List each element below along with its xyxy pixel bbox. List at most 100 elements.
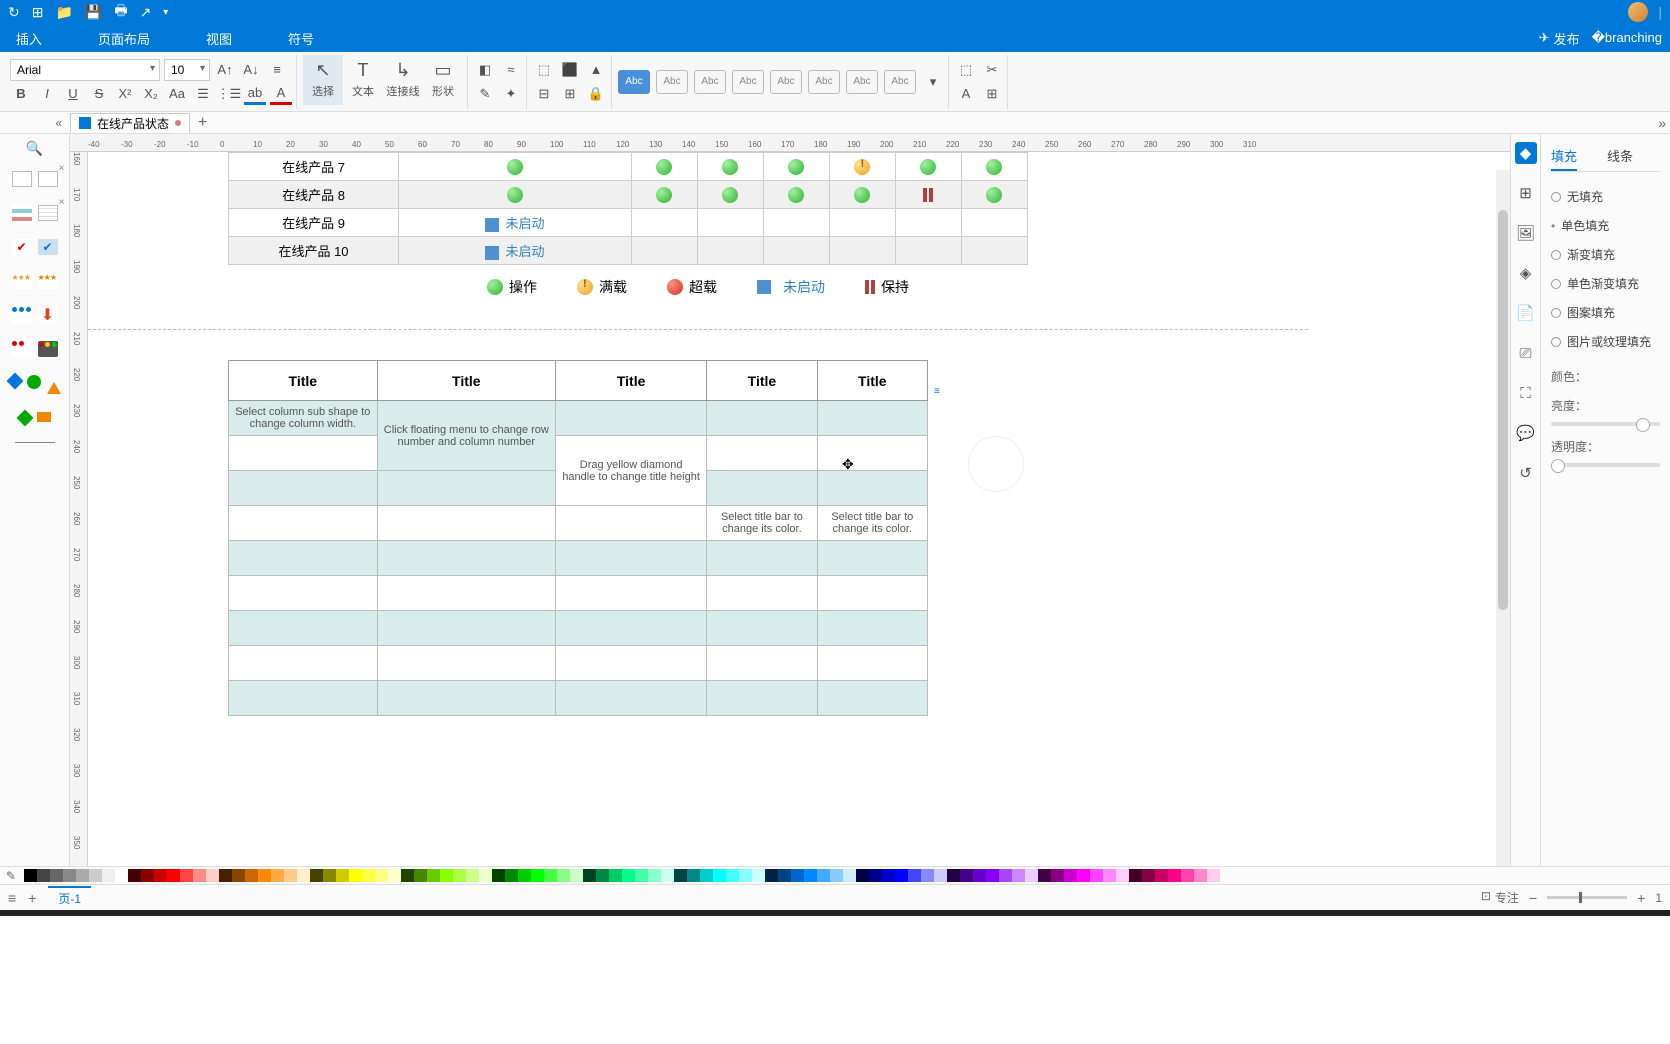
image-panel-icon[interactable]: 🖼: [1515, 222, 1537, 244]
color-swatch[interactable]: [856, 869, 869, 882]
save-icon[interactable]: 💾: [85, 4, 102, 21]
color-swatch[interactable]: [37, 869, 50, 882]
superscript-icon[interactable]: X²: [114, 83, 136, 105]
color-swatch[interactable]: [648, 869, 661, 882]
history-panel-icon[interactable]: ↺: [1515, 462, 1537, 484]
color-swatch[interactable]: [245, 869, 258, 882]
print-icon[interactable]: 🖶: [114, 0, 127, 24]
scrollbar-thumb[interactable]: [1498, 210, 1508, 610]
redo-icon[interactable]: ↻: [8, 4, 20, 21]
data-panel-icon[interactable]: ⎚: [1515, 342, 1537, 364]
color-swatch[interactable]: [583, 869, 596, 882]
color-swatch[interactable]: [1155, 869, 1168, 882]
shape-preset-3[interactable]: Abc: [694, 70, 726, 94]
color-swatch[interactable]: [232, 869, 245, 882]
color-swatch[interactable]: [1012, 869, 1025, 882]
zoom-slider[interactable]: [1547, 896, 1627, 899]
color-swatch[interactable]: [778, 869, 791, 882]
shape-preset-6[interactable]: Abc: [808, 70, 840, 94]
shape-status-stripes[interactable]: [12, 205, 32, 221]
tool-text[interactable]: T文本: [343, 55, 383, 105]
font-size-select[interactable]: 10: [164, 59, 210, 81]
color-swatch[interactable]: [804, 869, 817, 882]
color-swatch[interactable]: [713, 869, 726, 882]
shape-check-blue[interactable]: ✔: [38, 239, 58, 255]
color-swatch[interactable]: [843, 869, 856, 882]
flip-icon[interactable]: ▲: [585, 59, 607, 81]
shape-tri-orange[interactable]: [47, 375, 61, 394]
qat-more-icon[interactable]: ▾: [163, 7, 168, 18]
font-color-icon[interactable]: A: [270, 83, 292, 105]
menu-symbol[interactable]: 符号: [280, 25, 322, 52]
more-icon[interactable]: ⊞: [981, 83, 1003, 105]
fill-mono-gradient[interactable]: 单色渐变填充: [1551, 269, 1660, 298]
shape-stars[interactable]: ★★★: [12, 273, 32, 289]
color-swatch[interactable]: [700, 869, 713, 882]
shape-diamond-green[interactable]: [16, 410, 33, 427]
color-swatch[interactable]: [830, 869, 843, 882]
fill-icon[interactable]: ◧: [474, 59, 496, 81]
page-menu-icon[interactable]: ≡: [8, 890, 16, 906]
title-header[interactable]: Title: [229, 361, 378, 401]
color-swatch[interactable]: [180, 869, 193, 882]
bold-icon[interactable]: B: [10, 83, 32, 105]
highlight-icon[interactable]: ab: [244, 83, 266, 105]
color-swatch[interactable]: [1194, 869, 1207, 882]
effects-icon[interactable]: ✦: [500, 83, 522, 105]
align-icon[interactable]: ≡: [266, 59, 288, 81]
grid-panel-icon[interactable]: ⊞: [1515, 182, 1537, 204]
focus-mode-button[interactable]: ⊡专注: [1481, 889, 1519, 906]
color-swatch[interactable]: [206, 869, 219, 882]
color-swatch[interactable]: [128, 869, 141, 882]
close-icon[interactable]: ×: [59, 197, 65, 208]
shape-preset-8[interactable]: Abc: [884, 70, 916, 94]
open-icon[interactable]: 📁: [55, 4, 72, 21]
color-swatch[interactable]: [791, 869, 804, 882]
color-swatch[interactable]: [336, 869, 349, 882]
fill-image[interactable]: 图片或纹理填充: [1551, 327, 1660, 356]
color-swatch[interactable]: [505, 869, 518, 882]
lock-icon[interactable]: 🔒: [585, 83, 607, 105]
shape-preset-5[interactable]: Abc: [770, 70, 802, 94]
menu-layout[interactable]: 页面布局: [90, 25, 158, 52]
list-icon[interactable]: ☰: [192, 83, 214, 105]
font-grow-icon[interactable]: A↑: [214, 59, 236, 81]
align-obj-icon[interactable]: ⊟: [533, 83, 555, 105]
color-swatch[interactable]: [557, 869, 570, 882]
shape-harvey[interactable]: [12, 307, 32, 323]
title-header[interactable]: Title: [817, 361, 927, 401]
shape-check-red[interactable]: ✔: [12, 239, 32, 255]
color-swatch[interactable]: [1168, 869, 1181, 882]
color-swatch[interactable]: [921, 869, 934, 882]
fill-panel-icon[interactable]: ◆: [1515, 142, 1537, 164]
brightness-slider[interactable]: [1551, 422, 1660, 426]
publish-button[interactable]: ✈发布: [1539, 29, 1580, 48]
color-swatch[interactable]: [1051, 869, 1064, 882]
color-swatch[interactable]: [414, 869, 427, 882]
new-icon[interactable]: ⊞: [32, 4, 44, 21]
color-swatch[interactable]: [765, 869, 778, 882]
color-swatch[interactable]: [1129, 869, 1142, 882]
color-swatch[interactable]: [375, 869, 388, 882]
color-swatch[interactable]: [1038, 869, 1051, 882]
export-icon[interactable]: ↗: [140, 4, 152, 21]
shape-rect2[interactable]: [38, 171, 58, 187]
color-swatch[interactable]: [258, 869, 271, 882]
color-swatch[interactable]: [1077, 869, 1090, 882]
color-swatch[interactable]: [284, 869, 297, 882]
color-swatch[interactable]: [1064, 869, 1077, 882]
color-swatch[interactable]: [960, 869, 973, 882]
color-swatch[interactable]: [492, 869, 505, 882]
page-tab[interactable]: 页-1: [48, 886, 91, 909]
color-swatch[interactable]: [596, 869, 609, 882]
color-swatch[interactable]: [89, 869, 102, 882]
color-swatch[interactable]: [479, 869, 492, 882]
subscript-icon[interactable]: X₂: [140, 83, 162, 105]
shape-rect-orange[interactable]: [37, 412, 51, 422]
tool-connector[interactable]: ↳连接线: [383, 55, 423, 105]
shape-line[interactable]: [15, 442, 55, 443]
shape-preset-2[interactable]: Abc: [656, 70, 688, 94]
fill-gradient[interactable]: 渐变填充: [1551, 240, 1660, 269]
shape-traffic[interactable]: [38, 341, 58, 357]
shape-diamond-blue[interactable]: [6, 373, 23, 390]
